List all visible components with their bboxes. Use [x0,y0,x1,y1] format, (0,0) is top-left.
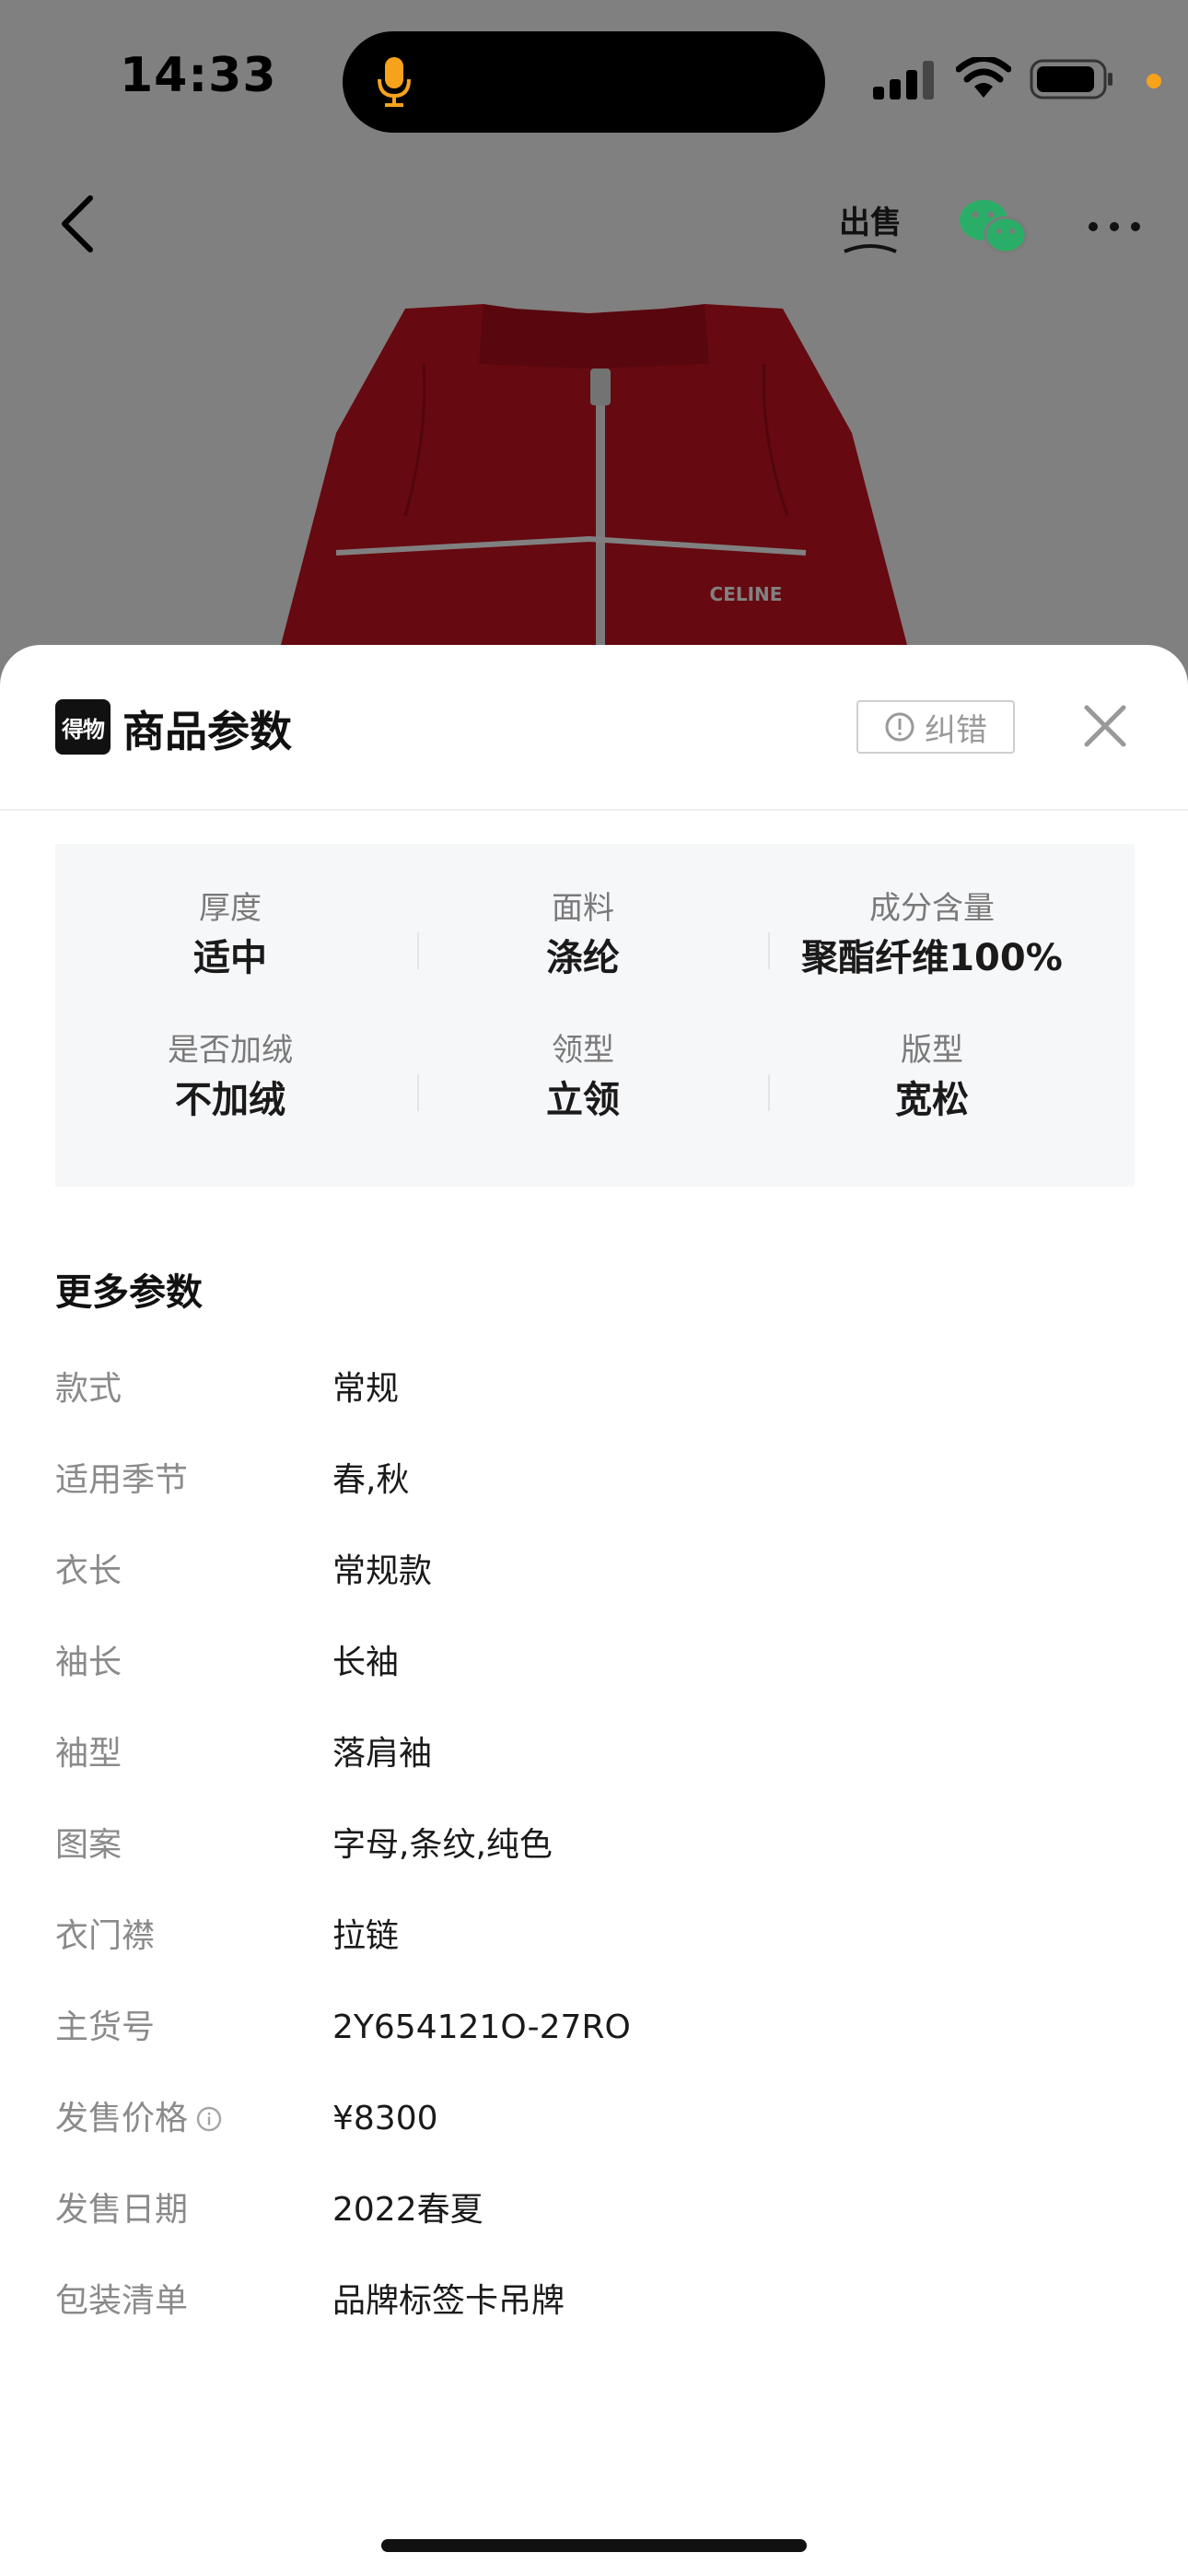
sell-button[interactable]: 出售 [838,193,903,258]
param-label: 衣门襟 [55,1917,156,1955]
param-value: 品牌标签卡吊牌 [332,2282,565,2320]
key-param-value: 宽松 [895,1079,969,1121]
more-params-title: 更多参数 [55,1271,203,1314]
key-param-fleece: 是否加绒 不加绒 [55,1030,405,1126]
more-icon [1089,222,1140,231]
divider [768,932,770,969]
key-param-label: 是否加绒 [168,1032,293,1069]
param-value: 2022春夏 [332,2191,483,2229]
dewu-logo: 得物 [55,699,111,755]
param-row: 包装清单 品牌标签卡吊牌 [55,2274,1133,2329]
key-param-value: 聚酯纤维100% [801,937,1063,979]
param-value: 2Y654121O-27RO [332,2008,631,2046]
param-label: 袖长 [55,1644,122,1681]
key-param-value: 不加绒 [175,1079,285,1121]
param-label-with-info[interactable]: 发售价格 [55,2091,223,2147]
param-row: 款式 常规 [55,1362,1133,1417]
battery-icon [1030,59,1112,100]
param-label: 适用季节 [55,1461,189,1499]
privacy-indicator-dot-icon [1147,74,1161,88]
more-button[interactable] [1085,208,1144,245]
key-param-fabric: 面料 涤纶 [408,888,758,984]
param-row: 袖长 长袖 [55,1635,1133,1691]
key-param-thickness: 厚度 适中 [55,888,405,984]
param-label: 袖型 [55,1735,122,1773]
wifi-icon [956,57,1011,98]
report-error-button[interactable]: 纠错 [856,700,1015,754]
param-value: 常规 [332,1370,400,1408]
param-label: 主货号 [55,2008,156,2046]
key-param-collar: 领型 立领 [408,1030,758,1126]
key-param-label: 成分含量 [869,890,995,927]
param-label: 包装清单 [55,2282,189,2320]
sell-swap-icon [844,243,897,253]
param-value: 字母,条纹,纯色 [332,1826,553,1864]
report-error-label: 纠错 [925,711,987,749]
home-indicator[interactable] [381,2539,807,2552]
param-value: 拉链 [332,1917,400,1955]
param-row: 适用季节 春,秋 [55,1453,1133,1508]
product-page-background: CELINE 14:33 出售 [0,0,1188,700]
param-row: 主货号 2Y654121O-27RO [55,2000,1133,2055]
key-param-label: 厚度 [199,890,262,927]
param-row: 袖型 落肩袖 [55,1727,1133,1782]
key-param-label: 版型 [901,1032,963,1069]
key-params-panel: 厚度 适中 面料 涤纶 成分含量 聚酯纤维100% 是否加绒 不加绒 领型 立领… [55,844,1135,1187]
key-param-label: 面料 [552,890,614,927]
key-param-value: 涤纶 [546,937,620,979]
param-label: 发售日期 [55,2191,189,2229]
param-value: ¥8300 [332,2100,438,2137]
close-icon[interactable] [1077,698,1133,754]
status-time: 14:33 [120,48,277,103]
param-label: 图案 [55,1826,122,1864]
param-value: 长袖 [332,1644,400,1681]
wechat-icon [960,200,1028,254]
divider [417,932,419,969]
param-label: 衣长 [55,1552,122,1590]
param-label: 款式 [55,1370,122,1408]
param-value: 落肩袖 [332,1735,433,1773]
param-value: 常规款 [332,1552,433,1590]
product-params-sheet: 得物 商品参数 纠错 厚度 适中 面料 涤纶 成分含量 聚酯纤维100% 是否加… [0,645,1188,2576]
chevron-left-icon [62,195,93,252]
key-param-composition: 成分含量 聚酯纤维100% [757,888,1107,984]
key-param-value: 立领 [546,1079,620,1121]
divider [768,1074,770,1111]
wechat-share-button[interactable] [958,195,1028,258]
dynamic-island [343,31,825,133]
key-param-value: 适中 [193,937,267,979]
microphone-icon [378,57,411,107]
sheet-header: 得物 商品参数 纠错 [0,645,1188,811]
param-row: 发售价格 ¥8300 [55,2091,1133,2147]
cellular-signal-icon [873,61,934,100]
param-row: 图案 字母,条纹,纯色 [55,1818,1133,1873]
param-row: 衣长 常规款 [55,1544,1133,1599]
param-row: 发售日期 2022春夏 [55,2183,1133,2238]
param-value: 春,秋 [332,1461,410,1499]
param-label-text: 发售价格 [55,2100,189,2137]
sheet-title: 商品参数 [122,707,292,756]
alert-circle-icon [885,712,914,742]
key-param-fit: 版型 宽松 [757,1030,1107,1126]
divider [417,1074,419,1111]
sell-label: 出售 [839,204,902,241]
info-icon[interactable] [195,2105,223,2133]
key-param-label: 领型 [552,1032,614,1069]
param-row: 衣门襟 拉链 [55,1909,1133,1964]
back-button[interactable] [52,190,103,258]
